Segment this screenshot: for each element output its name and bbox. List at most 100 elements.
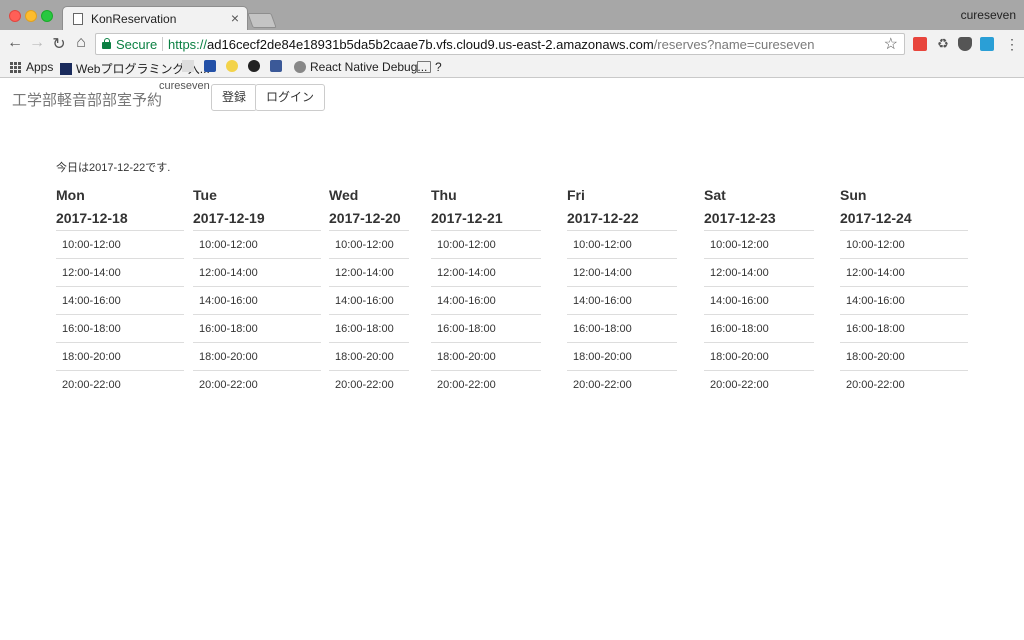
time-slot[interactable]: 16:00-18:00 [56, 314, 184, 342]
time-slot[interactable]: 10:00-12:00 [840, 230, 968, 258]
facebook-icon [270, 60, 282, 72]
window-title-bar: KonReservation × cureseven [0, 0, 1024, 31]
day-date: 2017-12-22 [567, 210, 639, 226]
address-bar[interactable]: Secure https://ad16cecf2de84e18931b5da5b… [95, 33, 905, 55]
forward-arrow-icon[interactable]: → [28, 34, 46, 52]
time-slot[interactable]: 14:00-16:00 [567, 286, 677, 314]
time-slot[interactable]: 18:00-20:00 [329, 342, 409, 370]
folder-icon [417, 61, 431, 73]
day-date: 2017-12-24 [840, 210, 912, 226]
time-slot[interactable]: 18:00-20:00 [840, 342, 968, 370]
time-slot[interactable]: 16:00-18:00 [193, 314, 321, 342]
apps-grid-icon [10, 61, 21, 73]
time-slot[interactable]: 12:00-14:00 [56, 258, 184, 286]
tab-close-icon[interactable]: × [231, 10, 239, 26]
time-slot[interactable]: 20:00-22:00 [193, 370, 321, 398]
pocket-icon[interactable] [958, 37, 972, 51]
time-slot[interactable]: 12:00-14:00 [431, 258, 541, 286]
time-slot[interactable]: 18:00-20:00 [193, 342, 321, 370]
time-slot[interactable]: 14:00-16:00 [704, 286, 814, 314]
day-name: Wed [329, 187, 359, 203]
recycle-icon[interactable]: ♻ [936, 37, 950, 51]
time-slot[interactable]: 20:00-22:00 [329, 370, 409, 398]
day-column: Tue 2017-12-19 10:00-12:00 12:00-14:00 14:00… [193, 185, 321, 398]
secure-label: Secure [116, 37, 158, 52]
window-maximize-button[interactable] [41, 10, 53, 22]
today-text: 今日は2017-12-22です. [56, 162, 171, 174]
tab-title: KonReservation [91, 12, 177, 26]
time-slot[interactable]: 10:00-12:00 [567, 230, 677, 258]
github-icon [248, 60, 260, 72]
day-name: Fri [567, 187, 585, 203]
time-slot[interactable]: 16:00-18:00 [840, 314, 968, 342]
time-slot[interactable]: 14:00-16:00 [193, 286, 321, 314]
window-close-button[interactable] [9, 10, 21, 22]
time-slot[interactable]: 10:00-12:00 [56, 230, 184, 258]
time-slot[interactable]: 16:00-18:00 [567, 314, 677, 342]
time-slot[interactable]: 14:00-16:00 [431, 286, 541, 314]
day-name: Sun [840, 187, 867, 203]
time-slot[interactable]: 20:00-22:00 [840, 370, 968, 398]
day-date: 2017-12-18 [56, 210, 128, 226]
lock-icon [102, 38, 111, 49]
time-slot[interactable]: 14:00-16:00 [840, 286, 968, 314]
site-brand[interactable]: 工学部軽音部部室予約 [12, 89, 162, 110]
bookmark-github[interactable] [248, 60, 264, 72]
bookmark-star-icon[interactable]: ☆ [884, 34, 898, 54]
address-divider [162, 37, 163, 51]
time-slot[interactable]: 16:00-18:00 [329, 314, 409, 342]
bookmark-item[interactable] [204, 60, 220, 72]
time-slot[interactable]: 18:00-20:00 [567, 342, 677, 370]
time-slot[interactable]: 18:00-20:00 [431, 342, 541, 370]
time-slot[interactable]: 20:00-22:00 [567, 370, 677, 398]
day-date: 2017-12-20 [329, 210, 401, 226]
time-slot[interactable]: 10:00-12:00 [329, 230, 409, 258]
time-slot[interactable]: 16:00-18:00 [431, 314, 541, 342]
time-slot[interactable]: 18:00-20:00 [56, 342, 184, 370]
day-name: Mon [56, 187, 85, 203]
time-slot[interactable]: 12:00-14:00 [329, 258, 409, 286]
time-slot[interactable]: 12:00-14:00 [193, 258, 321, 286]
login-button[interactable]: ログイン [255, 84, 326, 111]
bookmark-react-native-debugger[interactable]: React Native Debug... [294, 60, 427, 74]
back-arrow-icon[interactable]: ← [6, 34, 24, 52]
day-date: 2017-12-19 [193, 210, 265, 226]
bookmark-facebook[interactable] [270, 60, 286, 72]
time-slot[interactable]: 20:00-22:00 [56, 370, 184, 398]
time-slot[interactable]: 10:00-12:00 [704, 230, 814, 258]
time-slot[interactable]: 20:00-22:00 [431, 370, 541, 398]
day-column: Sun 2017-12-24 10:00-12:00 12:00-14:00 14:00… [840, 185, 968, 398]
time-slot[interactable]: 18:00-20:00 [704, 342, 814, 370]
window-minimize-button[interactable] [25, 10, 37, 22]
time-slot[interactable]: 12:00-14:00 [840, 258, 968, 286]
menu-icon[interactable]: ⋮ [1005, 37, 1019, 51]
day-column: Fri 2017-12-22 10:00-12:00 12:00-14:00 14:00… [567, 185, 677, 398]
reload-icon[interactable]: ↻ [50, 34, 68, 54]
new-tab-button[interactable] [247, 13, 277, 28]
bookmark-item[interactable] [226, 60, 242, 72]
time-slot[interactable]: 12:00-14:00 [567, 258, 677, 286]
register-button[interactable]: 登録 [211, 84, 258, 111]
time-slot[interactable]: 14:00-16:00 [56, 286, 184, 314]
bookmark-item[interactable] [182, 60, 198, 72]
day-column: Sat 2017-12-23 10:00-12:00 12:00-14:00 14:00… [704, 185, 814, 398]
profile-name[interactable]: cureseven [961, 8, 1016, 22]
extension-icon[interactable] [913, 37, 927, 51]
time-slot[interactable]: 16:00-18:00 [704, 314, 814, 342]
time-slot[interactable]: 14:00-16:00 [329, 286, 409, 314]
bookmark-folder[interactable]: ? [417, 60, 442, 74]
extension-icon[interactable] [980, 37, 994, 51]
bookmark-icon [60, 62, 72, 75]
url-text[interactable]: https://ad16cecf2de84e18931b5da5b2caae7b… [168, 37, 814, 52]
time-slot[interactable]: 10:00-12:00 [431, 230, 541, 258]
username-label: cureseven [159, 80, 210, 92]
time-slot[interactable]: 20:00-22:00 [704, 370, 814, 398]
bookmark-apps[interactable]: Apps [10, 60, 53, 74]
time-slot[interactable]: 12:00-14:00 [704, 258, 814, 286]
day-column: Mon 2017-12-18 10:00-12:00 12:00-14:00 14:00… [56, 185, 184, 398]
home-icon[interactable]: ⌂ [72, 34, 90, 52]
time-slot[interactable]: 10:00-12:00 [193, 230, 321, 258]
bookmark-icon [182, 60, 194, 72]
bookmark-icon [226, 60, 238, 72]
browser-tab[interactable]: KonReservation × [62, 6, 248, 31]
